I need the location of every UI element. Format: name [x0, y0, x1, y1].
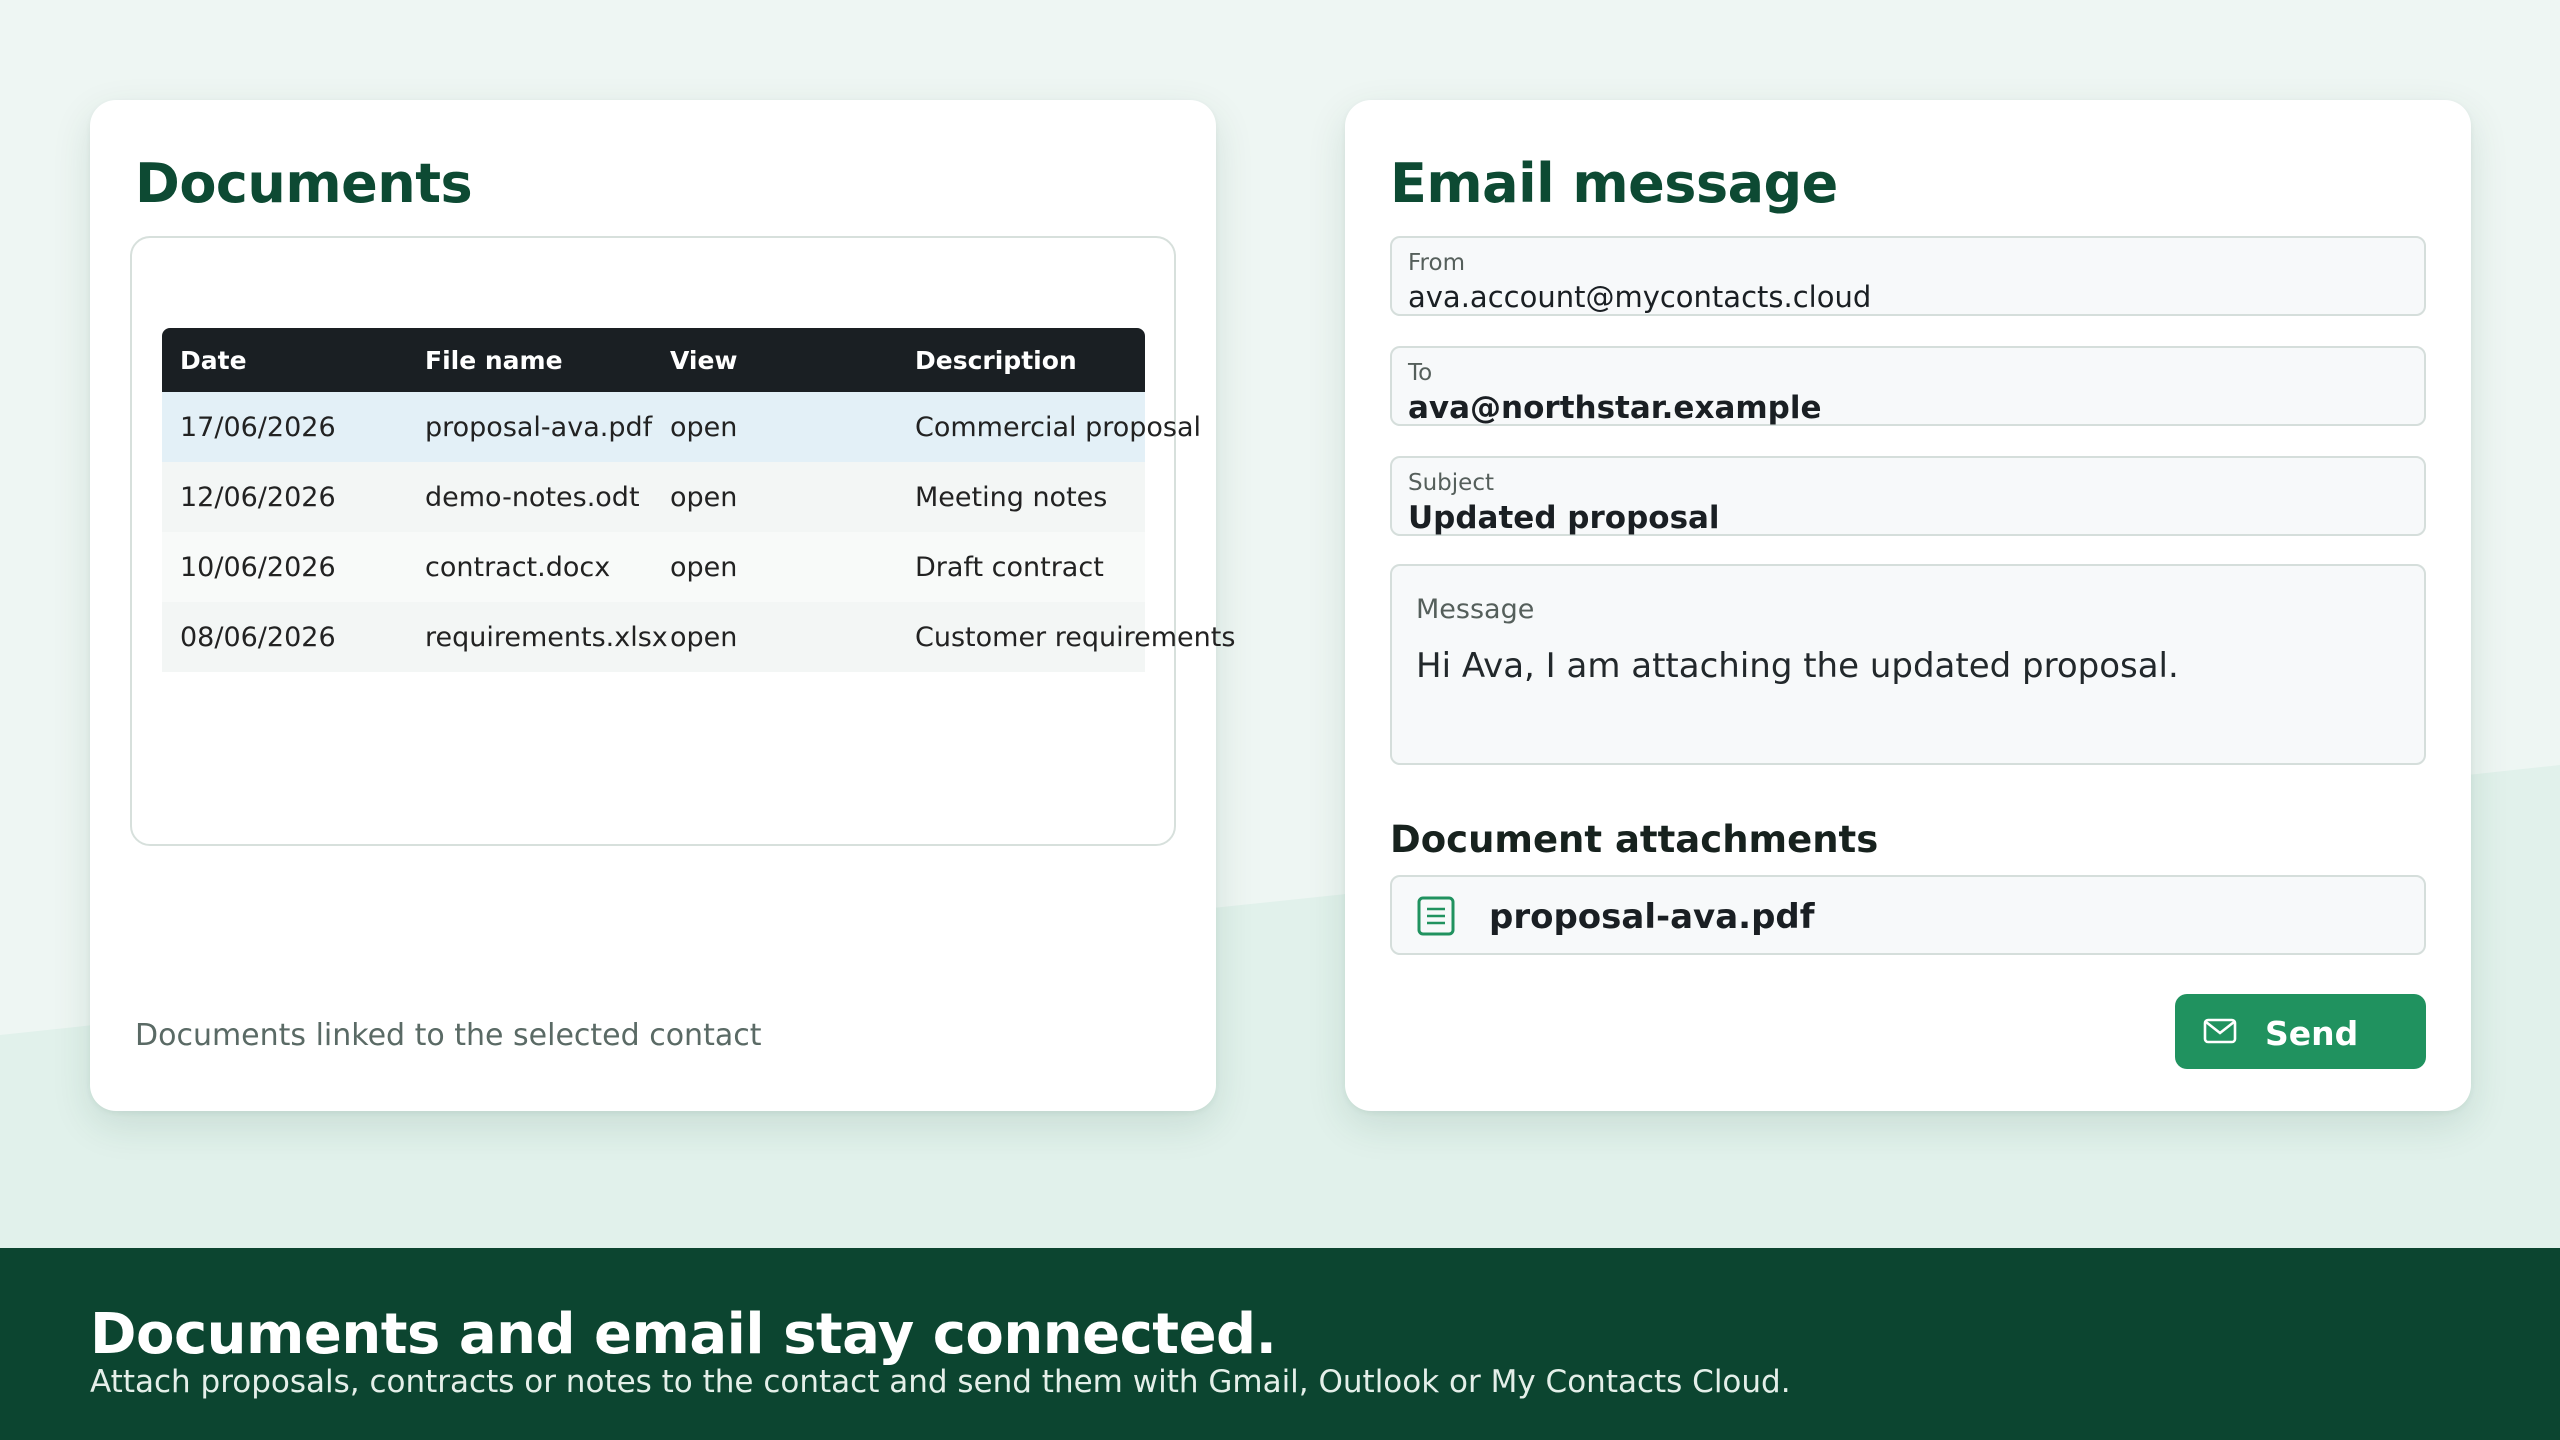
- footer-banner: Documents and email stay connected. Atta…: [0, 1248, 2560, 1440]
- cell-description: Draft contract: [915, 551, 1104, 583]
- email-panel: Email message From ava.account@mycontact…: [1345, 100, 2471, 1111]
- cell-file-name: demo-notes.odt: [425, 481, 640, 513]
- column-header-file-name[interactable]: File name: [407, 346, 652, 375]
- open-link[interactable]: open: [652, 622, 897, 653]
- cell-date: 08/06/2026: [180, 621, 336, 653]
- subject-value: Updated proposal: [1408, 500, 1720, 536]
- cell-file-name: proposal-ava.pdf: [425, 411, 653, 443]
- open-link[interactable]: open: [652, 552, 897, 583]
- email-title: Email message: [1390, 152, 1838, 215]
- message-label: Message: [1416, 594, 1535, 625]
- table-row[interactable]: 10/06/2026 contract.docx open Draft cont…: [162, 532, 1145, 602]
- attachment-name: proposal-ava.pdf: [1489, 897, 1815, 937]
- cell-description: Customer requirements: [915, 621, 1236, 653]
- message-field[interactable]: Message Hi Ava, I am attaching the updat…: [1390, 564, 2426, 765]
- table-row[interactable]: 17/06/2026 proposal-ava.pdf open Commerc…: [162, 392, 1202, 462]
- send-button[interactable]: Send: [2175, 994, 2426, 1069]
- cell-file-name: requirements.xlsx: [425, 621, 668, 653]
- open-link[interactable]: open: [652, 412, 897, 443]
- to-value: ava@northstar.example: [1408, 390, 1822, 426]
- banner-subtitle: Attach proposals, contracts or notes to …: [90, 1364, 1791, 1400]
- documents-title: Documents: [135, 152, 473, 215]
- subject-label: Subject: [1408, 470, 1494, 496]
- document-icon: [1417, 896, 1455, 936]
- to-label: To: [1408, 360, 1433, 386]
- to-field[interactable]: To ava@northstar.example: [1390, 346, 2426, 426]
- mail-icon: [2203, 1018, 2237, 1044]
- documents-footnote: Documents linked to the selected contact: [135, 1018, 762, 1053]
- cell-description: Commercial proposal: [915, 411, 1202, 443]
- cell-date: 12/06/2026: [180, 481, 336, 513]
- column-header-description[interactable]: Description: [897, 346, 1145, 375]
- send-label: Send: [2265, 1014, 2359, 1053]
- table-row[interactable]: 12/06/2026 demo-notes.odt open Meeting n…: [162, 462, 1145, 532]
- column-header-date[interactable]: Date: [162, 346, 407, 375]
- cell-date: 17/06/2026: [180, 411, 336, 443]
- cell-date: 10/06/2026: [180, 551, 336, 583]
- from-field[interactable]: From ava.account@mycontacts.cloud: [1390, 236, 2426, 316]
- column-header-view[interactable]: View: [652, 346, 897, 375]
- attachments-title: Document attachments: [1390, 818, 1879, 861]
- message-value: Hi Ava, I am attaching the updated propo…: [1416, 646, 2179, 686]
- documents-table-container: Date File name View Description 17/06/20…: [130, 236, 1236, 846]
- from-value: ava.account@mycontacts.cloud: [1408, 280, 1872, 314]
- table-row[interactable]: 08/06/2026 requirements.xlsx open Custom…: [162, 602, 1236, 672]
- documents-table: Date File name View Description 17/06/20…: [162, 328, 1236, 672]
- documents-panel: Documents Date File name View Descriptio…: [90, 100, 1236, 1111]
- table-header: Date File name View Description: [162, 328, 1145, 392]
- open-link[interactable]: open: [652, 482, 897, 513]
- cell-file-name: contract.docx: [425, 551, 611, 583]
- attachment-item[interactable]: proposal-ava.pdf: [1390, 875, 2426, 955]
- from-label: From: [1408, 250, 1465, 276]
- cell-description: Meeting notes: [915, 481, 1108, 513]
- banner-title: Documents and email stay connected.: [90, 1302, 1277, 1367]
- subject-field[interactable]: Subject Updated proposal: [1390, 456, 2426, 536]
